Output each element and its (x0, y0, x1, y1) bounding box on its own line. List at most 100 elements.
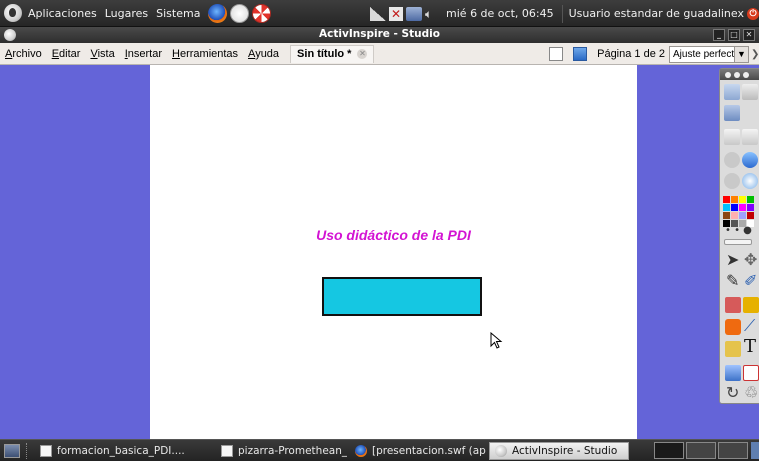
workspace-1[interactable] (654, 442, 684, 459)
toolbox-collapse-icon[interactable] (734, 71, 740, 78)
trash-icon[interactable] (751, 442, 759, 459)
color-swatch-cyan[interactable] (723, 204, 730, 211)
menu-insertar[interactable]: Insertar (120, 48, 167, 60)
page-controls: Página 1 de 2 Ajuste perfecto ▼ ❯ (549, 45, 759, 63)
minimize-button[interactable]: _ (713, 29, 725, 41)
task-pizarra[interactable]: pizarra-Promethean_P... (216, 442, 347, 460)
toolbox-pin-icon[interactable] (743, 71, 749, 78)
user-name[interactable]: Usuario estandar de guadalinex (569, 7, 744, 20)
clear-icon[interactable] (725, 365, 741, 381)
color-swatch-red[interactable] (723, 196, 730, 203)
gnome-foot-icon[interactable] (4, 4, 22, 22)
pen-width-icon[interactable]: • • ● (725, 222, 752, 240)
top-panel: Aplicaciones Lugares Sistema ✕ 🔈︎ mié 6 … (0, 0, 759, 27)
menu-herramientas[interactable]: Herramientas (167, 48, 243, 60)
menu-label: erramientas (179, 47, 239, 60)
toolbox-header[interactable] (720, 69, 759, 80)
signal-icon[interactable] (370, 6, 387, 21)
page-view-icon[interactable] (549, 47, 564, 61)
menu-lugares[interactable]: Lugares (105, 7, 148, 20)
task-presentacion[interactable]: [presentacion.swf (ap... (350, 442, 486, 460)
reset-page-icon[interactable] (743, 365, 759, 381)
task-label: pizarra-Promethean_P... (238, 444, 347, 457)
color-swatch-lavender[interactable] (739, 212, 746, 219)
paste-icon[interactable] (724, 129, 740, 145)
window-title-bar[interactable]: ActivInspire - Studio _ □ ✕ (0, 27, 759, 43)
workspace-2[interactable] (686, 442, 716, 459)
menu-vista[interactable]: Vista (85, 48, 119, 60)
taskbar: formacion_basica_PDI.... pizarra-Prometh… (0, 439, 759, 461)
workspace-3[interactable] (718, 442, 748, 459)
color-swatch-purple[interactable] (747, 204, 754, 211)
color-swatch-blue[interactable] (731, 204, 738, 211)
close-button[interactable]: ✕ (743, 29, 755, 41)
chevron-right-icon[interactable]: ❯ (751, 49, 759, 60)
fill-bucket-icon[interactable] (725, 341, 741, 357)
eraser-icon[interactable] (725, 297, 741, 313)
color-swatch-magenta[interactable] (739, 204, 746, 211)
highlighter-icon[interactable]: ✐ (744, 272, 757, 290)
color-swatch-green[interactable] (747, 196, 754, 203)
task-activinspire[interactable]: ActivInspire - Studio (489, 441, 629, 460)
pen-icon[interactable]: ✎ (726, 272, 739, 290)
chevron-down-icon[interactable]: ▼ (735, 45, 749, 63)
main-menu-icon[interactable] (724, 84, 740, 100)
zoom-select[interactable]: Ajuste perfecto (669, 45, 735, 63)
firefox-icon (355, 444, 367, 457)
redo-icon[interactable] (742, 152, 758, 168)
clock[interactable]: mié 6 de oct, 06:45 (446, 7, 554, 20)
power-icon[interactable]: ⏻ (747, 7, 759, 20)
toolbox[interactable]: • • ● ➤ ✥ ✎ ✐ ⟋ T ↻ ♲ (719, 68, 759, 404)
menu-sistema[interactable]: Sistema (156, 7, 200, 20)
tab-document[interactable]: Sin título * ✕ (290, 44, 375, 63)
flipchart-title[interactable]: Uso didáctico de la PDI (150, 227, 637, 243)
menu-bar: Archivo Editar Vista Insertar Herramient… (0, 43, 759, 65)
panel-tray: ✕ 🔈︎ mié 6 de oct, 06:45 Usuario estanda… (370, 0, 759, 27)
menu-archivo[interactable]: Archivo (0, 48, 47, 60)
browser-icon[interactable] (742, 84, 758, 100)
color-swatch-brown[interactable] (723, 212, 730, 219)
task-formacion[interactable]: formacion_basica_PDI.... (35, 442, 213, 460)
workspace-switcher (652, 442, 759, 459)
rectangle-shape[interactable] (322, 277, 482, 316)
page-browser-icon[interactable] (573, 47, 588, 61)
width-slider[interactable] (724, 239, 752, 245)
connector-icon[interactable]: ⟋ (744, 317, 755, 335)
menu-label: ditar (59, 47, 81, 60)
shape-icon[interactable] (725, 319, 741, 335)
volume-icon[interactable]: 🔈︎ (425, 7, 441, 21)
play-icon[interactable] (724, 173, 740, 189)
mail-icon[interactable] (230, 3, 250, 23)
panel-menus: Aplicaciones Lugares Sistema (0, 0, 274, 26)
page-icon[interactable] (742, 129, 758, 145)
color-swatch-yellow[interactable] (739, 196, 746, 203)
color-swatch-darkred[interactable] (747, 212, 754, 219)
menu-label: rchivo (12, 47, 42, 60)
maximize-button[interactable]: □ (728, 29, 740, 41)
globe-icon[interactable] (742, 173, 758, 189)
toolbox-menu-icon[interactable] (725, 71, 731, 78)
tab-close-icon[interactable]: ✕ (357, 49, 368, 59)
recycle-icon[interactable]: ♲ (744, 384, 758, 402)
undo-icon[interactable] (724, 152, 740, 168)
network-disconnected-icon[interactable]: ✕ (389, 6, 404, 21)
text-icon[interactable]: T (744, 338, 756, 356)
dual-user-icon[interactable] (724, 105, 740, 121)
color-swatch-pink[interactable] (731, 212, 738, 219)
flipchart-page[interactable]: Uso didáctico de la PDI (150, 65, 637, 439)
workspace: Uso didáctico de la PDI • • ● ➤ ✥ ✎ ✐ ⟋ … (0, 65, 759, 439)
marquee-icon[interactable]: ✥ (744, 251, 757, 269)
color-swatch-orange[interactable] (731, 196, 738, 203)
menu-editar[interactable]: Editar (47, 48, 86, 60)
firefox-icon[interactable] (208, 3, 228, 23)
task-label: ActivInspire - Studio (512, 444, 618, 457)
network-icon[interactable] (406, 6, 423, 21)
fill-icon[interactable] (743, 297, 759, 313)
menu-aplicaciones[interactable]: Aplicaciones (28, 7, 97, 20)
rotate-icon[interactable]: ↻ (726, 384, 739, 402)
help-icon[interactable] (252, 3, 272, 23)
show-desktop-icon[interactable] (4, 443, 20, 458)
select-icon[interactable]: ➤ (726, 251, 739, 269)
window-controls: _ □ ✕ (710, 29, 755, 41)
menu-ayuda[interactable]: Ayuda (243, 48, 284, 60)
